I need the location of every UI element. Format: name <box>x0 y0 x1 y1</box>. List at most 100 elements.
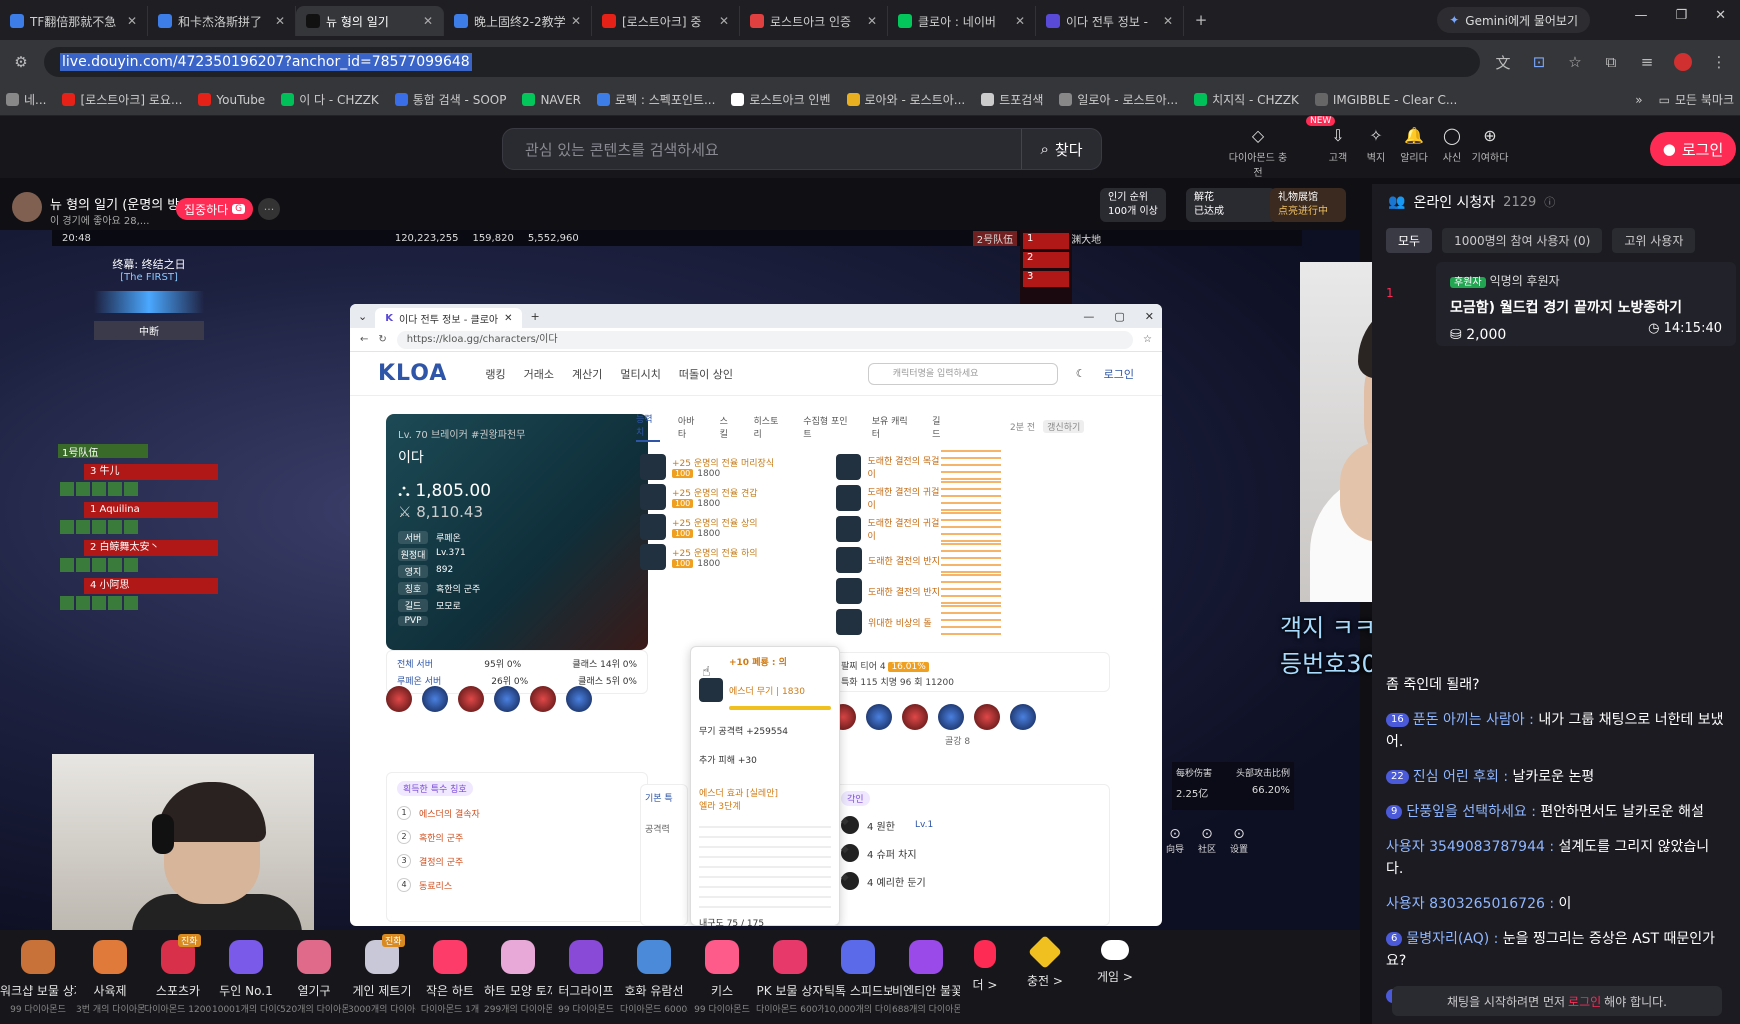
gift-item[interactable]: 터그라이프 99 다이아몬드 <box>552 930 620 1024</box>
browser-tab[interactable]: TF翻倍那就不急 ✕ <box>0 6 148 36</box>
reload-icon[interactable]: ↻ <box>378 334 386 345</box>
recharge-button[interactable]: 충전 > <box>1010 930 1080 1024</box>
chat-username[interactable]: 푼돈 아끼는 사람아 <box>1413 712 1525 728</box>
party-member[interactable]: 3 牛儿 <box>84 464 218 480</box>
site-info-icon[interactable]: ⚙ <box>8 49 34 75</box>
gift-item[interactable]: 두인 No.110001개의 다이아몬드 <box>212 930 280 1024</box>
equipment-item[interactable]: +25 운명의 전율 머리장식 100 1800 <box>640 454 820 480</box>
kloa-nav-item[interactable]: 거래소 <box>524 366 554 382</box>
close-tab-icon[interactable]: ✕ <box>1015 14 1025 28</box>
viewer-tab[interactable]: 모두 <box>1386 228 1433 253</box>
gem-icon[interactable] <box>530 686 556 712</box>
promo-badge-2[interactable]: 礼物展馆 点亮进行中 <box>1270 188 1346 222</box>
profile-tab[interactable]: 보유 캐릭터 <box>872 414 914 440</box>
accessory-item[interactable]: 도래한 결전의 목걸이 <box>836 450 1001 480</box>
new-tab-button[interactable]: + <box>1188 7 1214 33</box>
chat-username[interactable]: 물병자리(AQ) <box>1406 931 1489 947</box>
chat-login-prompt[interactable]: 채팅을 시작하려면 먼저 로그인 해야 합니다. <box>1392 986 1722 1016</box>
back-icon[interactable]: ← <box>360 334 368 345</box>
close-tab-icon[interactable]: ✕ <box>719 14 729 28</box>
restore-icon[interactable]: ▢ <box>1114 310 1124 323</box>
gift-item[interactable]: 사육제3번 개의 다이아몬드 <box>76 930 144 1024</box>
gift-item[interactable]: 진화게인 제트기3000개의 다이아몬드 <box>348 930 416 1024</box>
profile-tab[interactable]: 아바타 <box>678 414 702 440</box>
party-member[interactable]: 4 小阿思 <box>84 578 218 594</box>
bookmark-item[interactable]: 로아와 - 로스트아... <box>846 91 965 108</box>
bookmark-item[interactable]: YouTube <box>198 91 265 108</box>
kloa-url[interactable]: https://kloa.gg/characters/이다 <box>396 330 1134 349</box>
chat-login-link[interactable]: 로그인 <box>1568 993 1601 1010</box>
restore-icon[interactable]: ❐ <box>1675 8 1687 23</box>
game-menu-button[interactable]: ⊙ 向导 <box>1166 826 1184 855</box>
kloa-nav-item[interactable]: 떠돌이 상인 <box>679 366 733 382</box>
gift-item[interactable]: 비엔티안 불꽃놀이688개의 다이아몬드 <box>892 930 960 1024</box>
close-tab-icon[interactable]: ✕ <box>275 14 285 28</box>
gemini-button[interactable]: ✦ Gemini에게 물어보기 <box>1437 7 1590 33</box>
bookmark-item[interactable]: 일로아 - 로스트아... <box>1059 91 1178 108</box>
browser-tab[interactable]: 뉴 형의 일기 ✕ <box>296 6 444 36</box>
accessory-item[interactable]: 도래한 결전의 귀걸이 <box>836 512 1001 542</box>
promo-badge-1[interactable]: 解花 已达成 <box>1186 188 1276 222</box>
more-bookmarks-icon[interactable]: » <box>1635 93 1642 107</box>
gift-item[interactable]: 작은 하트 다이아몬드 1개 <box>416 930 484 1024</box>
info-icon[interactable]: ⓘ <box>1544 194 1555 210</box>
search-button[interactable]: ⌕ 찾다 <box>1021 129 1101 169</box>
header-icon-button[interactable]: ◇ 다이아몬드 충전 <box>1228 126 1288 179</box>
bookmark-item[interactable]: IMGIBBLE - Clear C... <box>1314 91 1457 108</box>
extensions-icon[interactable]: ⧉ <box>1598 49 1624 75</box>
viewer-tab[interactable]: 1000명의 참여 사용자 (0) <box>1442 228 1603 253</box>
new-tab-icon[interactable]: + <box>530 310 539 323</box>
bookmark-item[interactable]: [로스트아크] 로요... <box>62 91 182 108</box>
streamer-avatar[interactable] <box>12 192 42 222</box>
profile-tab[interactable]: 수집형 포인트 <box>803 414 853 440</box>
profile-tab[interactable]: 히스토리 <box>754 414 786 440</box>
browser-tab[interactable]: [로스트아크] 중 ✕ <box>592 6 740 36</box>
minimize-icon[interactable]: — <box>1634 8 1647 23</box>
profile-tab[interactable]: 능력치 <box>636 412 660 442</box>
browser-tab[interactable]: 클로아 : 네이버 ✕ <box>888 6 1036 36</box>
login-button[interactable]: ● 로그인 <box>1650 132 1736 166</box>
star-icon[interactable]: ☆ <box>1143 334 1152 345</box>
bookmark-star-icon[interactable]: ☆ <box>1562 49 1588 75</box>
profile-avatar[interactable] <box>1670 49 1696 75</box>
gem-icon[interactable] <box>974 704 1000 730</box>
browser-tab[interactable]: 和卡杰洛斯拼了 ✕ <box>148 6 296 36</box>
header-icon-button[interactable]: ⊕ 기여하다 <box>1460 126 1520 164</box>
profile-tab[interactable]: 길드 <box>932 414 948 440</box>
bookmark-item[interactable]: 트포검색 <box>981 91 1043 108</box>
popularity-rank[interactable]: 인기 순위 100개 이상 <box>1100 188 1166 222</box>
streamer-name[interactable]: 뉴 형의 일기 (운명의 방: <box>50 194 184 213</box>
close-tab-icon[interactable]: ✕ <box>1163 14 1173 28</box>
equipment-item[interactable]: +25 운명의 전율 하의 100 1800 <box>640 544 820 570</box>
gem-icon[interactable] <box>566 686 592 712</box>
follow-button[interactable]: 집중하다 G <box>176 198 254 220</box>
minimize-icon[interactable]: — <box>1083 310 1094 323</box>
accessory-item[interactable]: 도래한 결전의 귀걸이 <box>836 481 1001 511</box>
translate-icon[interactable]: 文 <box>1490 49 1516 75</box>
gem-icon[interactable] <box>458 686 484 712</box>
gem-icon[interactable] <box>866 704 892 730</box>
accessory-item[interactable]: 위대한 비상의 돌 <box>836 605 1001 635</box>
game-button[interactable]: 게임 > <box>1080 930 1150 1024</box>
bookmark-item[interactable]: 통합 검색 - SOOP <box>394 91 506 108</box>
all-bookmarks[interactable]: ▭ 모든 북마크 <box>1659 91 1734 108</box>
kloa-browser-window[interactable]: ⌄ K 이다 전투 정보 - 클로아 ✕ + — ▢ ✕ ← ↻ https://klo… <box>350 304 1162 926</box>
dark-mode-icon[interactable]: ☾ <box>1076 367 1086 380</box>
close-tab-icon[interactable]: ✕ <box>867 14 877 28</box>
browser-tab[interactable]: 晚上固终2-2教学 ✕ <box>444 6 592 36</box>
gift-item[interactable]: 진화 스포츠카 다이아몬드 1200개 <box>144 930 212 1024</box>
close-icon[interactable]: ✕ <box>1145 310 1154 323</box>
gift-item[interactable]: 하트 모양 토끼299개의 다이아몬드 <box>484 930 552 1024</box>
viewer-tab[interactable]: 고위 사용자 <box>1612 228 1696 253</box>
accessory-item[interactable]: 도래한 결전의 반지 <box>836 543 1001 573</box>
kloa-search-input[interactable]: 캐릭터명을 입력하세요 <box>867 362 1058 385</box>
gift-item[interactable]: 워크샵 보물 상자99 다이아몬드 <box>0 930 76 1024</box>
kloa-nav-item[interactable]: 랭킹 <box>485 366 505 382</box>
chat-username[interactable]: 단풍잎을 선택하세요 <box>1406 804 1526 820</box>
menu-icon[interactable]: ⋮ <box>1706 49 1732 75</box>
more-options-icon[interactable]: ··· <box>258 198 280 220</box>
equipment-item[interactable]: +25 운명의 전율 견갑 100 1800 <box>640 484 820 510</box>
kloa-login[interactable]: 로그인 <box>1104 366 1134 382</box>
game-menu-button[interactable]: ⊙ 设置 <box>1230 826 1248 855</box>
more-gifts-button[interactable]: 더 > <box>960 930 1010 1024</box>
